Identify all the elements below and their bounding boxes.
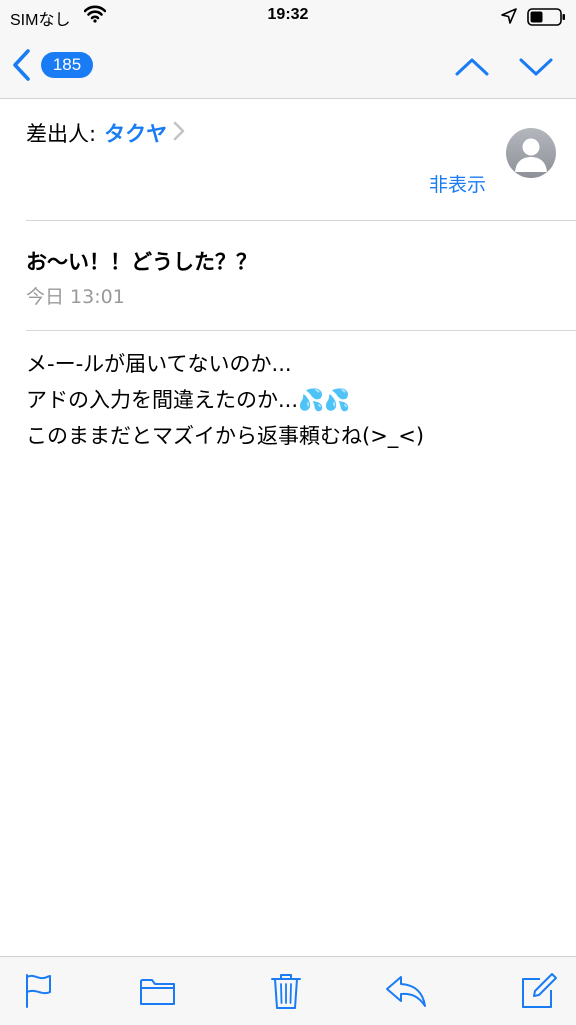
- compose-button[interactable]: [518, 971, 558, 1011]
- chevron-right-icon: [173, 121, 185, 145]
- location-arrow-icon: [501, 8, 517, 28]
- navigation-bar: 185: [0, 34, 576, 99]
- chevron-down-icon: [519, 58, 553, 76]
- compose-icon: [522, 973, 557, 1008]
- status-time: 19:32: [267, 6, 309, 23]
- unread-count-badge: 185: [41, 52, 93, 78]
- flag-button[interactable]: [20, 971, 60, 1011]
- folder-icon: [140, 979, 175, 1005]
- hide-details-link[interactable]: 非表示: [380, 170, 486, 197]
- person-icon[interactable]: [506, 128, 556, 178]
- previous-message-button[interactable]: [452, 52, 492, 80]
- sender-label: 差出人:: [26, 122, 97, 146]
- message-body: メ-ー-ルが届いてないのか... アドの入力を間違えたのか...💦💦 このままだ…: [26, 346, 556, 454]
- sender-name-link[interactable]: タクヤ: [104, 122, 167, 146]
- message-subject: お〜い！！どうした？？: [26, 250, 257, 274]
- reply-icon: [386, 976, 426, 1007]
- chevron-up-icon: [455, 58, 489, 76]
- body-line: メ-ー-ルが届いてないのか...: [26, 352, 292, 376]
- bottom-toolbar: [0, 956, 576, 1025]
- sender-row: 差出人: タクヤ: [26, 118, 546, 158]
- chevron-left-icon: [10, 48, 32, 86]
- battery-icon: [527, 7, 567, 31]
- divider: [26, 330, 576, 331]
- trash-button[interactable]: [266, 971, 306, 1011]
- divider: [26, 220, 576, 221]
- reply-button[interactable]: [384, 971, 426, 1011]
- back-button[interactable]: 185: [10, 46, 100, 86]
- body-line: このままだとマズイから返事頼むね(>_<): [26, 424, 425, 448]
- next-message-button[interactable]: [516, 52, 556, 80]
- status-bar: SIMなし 19:32: [0, 0, 576, 34]
- body-line: アドの入力を間違えたのか...💦💦: [26, 388, 351, 412]
- flag-icon: [26, 974, 51, 1008]
- trash-icon: [271, 974, 301, 1009]
- move-to-folder-button[interactable]: [138, 971, 178, 1011]
- message-date: 今日 13:01: [26, 286, 125, 308]
